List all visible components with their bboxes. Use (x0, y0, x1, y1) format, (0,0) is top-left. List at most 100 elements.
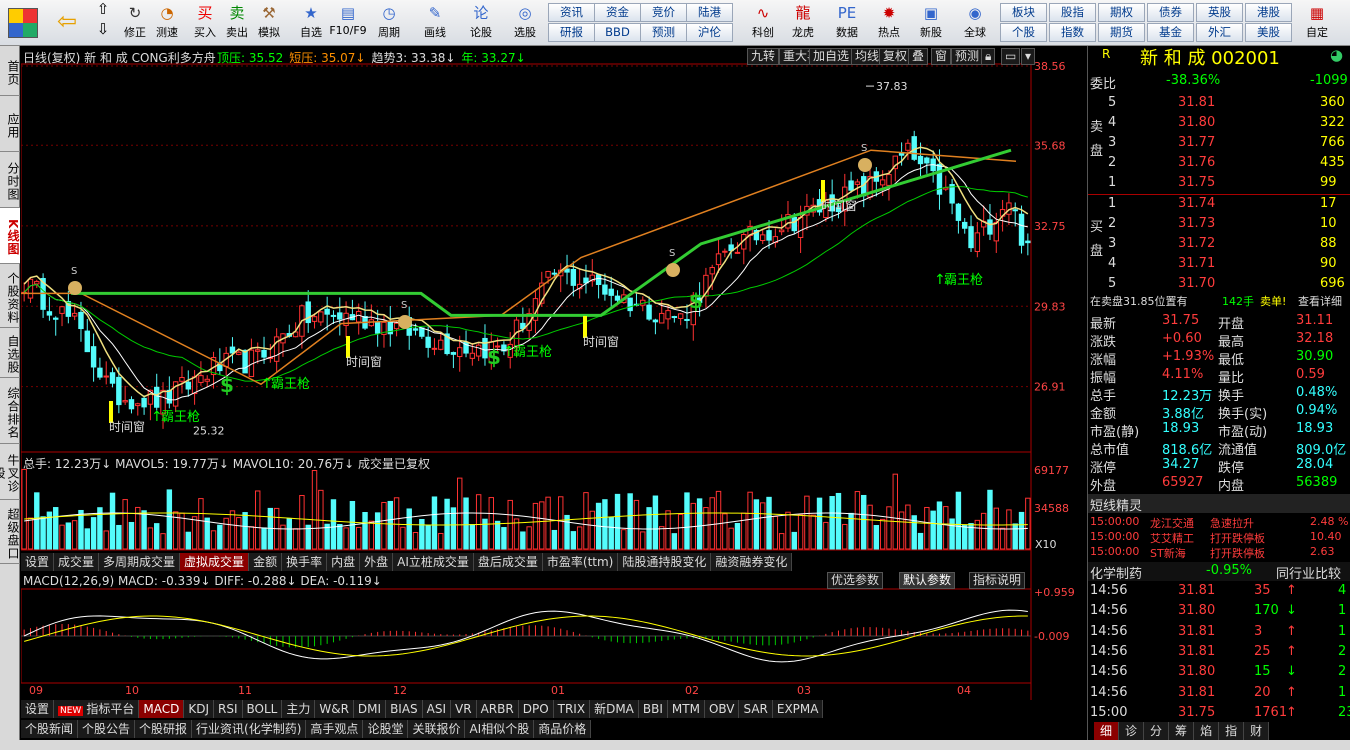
bottom-tab[interactable]: 个股新闻 (21, 720, 79, 738)
market-button[interactable]: 外汇 (1196, 23, 1243, 42)
indicator-tab[interactable]: OBV (704, 700, 740, 718)
left-nav-item[interactable]: 应用 (0, 96, 20, 152)
right-tab[interactable]: 指 (1219, 722, 1245, 740)
indicator-tab[interactable]: VR (451, 700, 477, 718)
toolbar-tech-button[interactable]: ∿ 科创 (746, 2, 780, 40)
toolbar-buy-button[interactable]: 买买入 (188, 2, 222, 40)
toolbar-data-button[interactable]: PE 数据 (830, 2, 864, 40)
quick-button[interactable]: 预测 (640, 23, 687, 42)
bottom-tab[interactable]: 商品价格 (534, 720, 592, 738)
toolbar-custom-button[interactable]: ▦ 自定 (1300, 2, 1334, 40)
toolbar-clock-button[interactable]: ◷ 周期 (372, 2, 406, 40)
quick-button[interactable]: 资讯 (548, 3, 595, 22)
left-nav-item[interactable]: 牛叉诊股 (0, 444, 20, 500)
market-button[interactable]: 港股 (1245, 3, 1292, 22)
left-nav-item[interactable]: 自选股 (0, 328, 20, 378)
market-button[interactable]: 指数 (1049, 23, 1096, 42)
quick-button[interactable]: BBD (594, 23, 641, 42)
volume-tab[interactable]: 多周期成交量 (99, 553, 181, 571)
indicator-tab[interactable]: KDJ (184, 700, 214, 718)
right-tab[interactable]: 分 (1144, 722, 1170, 740)
indicator-tab[interactable]: W&R (315, 700, 354, 718)
quick-button[interactable]: 陆港 (686, 3, 733, 22)
toolbar-chat-button[interactable]: 论论股 (464, 2, 498, 40)
volume-tab[interactable]: 设置 (21, 553, 55, 571)
volume-tab[interactable]: 市盈率(ttm) (542, 553, 619, 571)
volume-tab[interactable]: 金额 (249, 553, 283, 571)
market-button[interactable]: 股指 (1049, 3, 1096, 22)
quick-button[interactable]: 研报 (548, 23, 595, 42)
toolbar-star-button[interactable]: ★ 自选 (294, 2, 328, 40)
industry-compare-button[interactable]: 同行业比较 (1276, 563, 1341, 582)
indicator-tab[interactable]: BOLL (242, 700, 283, 718)
volume-tab[interactable]: 融资融券变化 (711, 553, 793, 571)
right-tab[interactable]: 细 (1094, 722, 1120, 740)
toolbar-globe-button[interactable]: ◉ 全球 (958, 2, 992, 40)
indicator-tab[interactable]: EXPMA (772, 700, 824, 718)
bottom-tab[interactable]: 个股研报 (135, 720, 193, 738)
toolbar-back-arrow-button[interactable]: ↻ 修正 (118, 2, 152, 40)
chart-control-button[interactable]: 复权 (879, 48, 912, 65)
volume-tab[interactable]: 成交量 (54, 553, 100, 571)
indicator-tab[interactable]: BBI (638, 700, 668, 718)
view-detail-link[interactable]: 查看详细 (1298, 293, 1342, 309)
up-arrow-icon[interactable]: ⇧ (92, 2, 112, 17)
chart-control-button[interactable]: 加自选 (809, 48, 854, 65)
bottom-tab[interactable]: 论股堂 (363, 720, 409, 738)
volume-tab[interactable]: 换手率 (282, 553, 328, 571)
toolbar-dragon-button[interactable]: 龍龙虎 (786, 2, 820, 40)
left-nav-item[interactable]: 超级盘口 (0, 500, 20, 564)
macd-param-button[interactable]: 指标说明 (969, 572, 1026, 589)
bottom-tab[interactable]: 关联报价 (408, 720, 466, 738)
quick-button[interactable]: 沪伦 (686, 23, 733, 42)
indicator-tab[interactable]: NEW 指标平台 (54, 700, 140, 718)
chart-control-button[interactable]: 预测 (951, 48, 984, 65)
quick-button[interactable]: 竞价 (640, 3, 687, 22)
right-tab[interactable]: 筹 (1169, 722, 1195, 740)
left-nav-item[interactable]: K线图 (0, 208, 20, 264)
toolbar-speed-button[interactable]: ◔ 测速 (150, 2, 184, 40)
right-tab[interactable]: 诊 (1119, 722, 1145, 740)
indicator-tab[interactable]: DMI (353, 700, 387, 718)
volume-tab[interactable]: 虚拟成交量 (180, 553, 250, 571)
left-nav-item[interactable]: 分时图 (0, 152, 20, 208)
market-button[interactable]: 债券 (1147, 3, 1194, 22)
toolbar-pencil-button[interactable]: ✎ 画线 (418, 2, 452, 40)
market-button[interactable]: 期权 (1098, 3, 1145, 22)
indicator-tab[interactable]: 设置 (21, 700, 55, 718)
left-nav-item[interactable]: 个股资料 (0, 264, 20, 328)
indicator-tab[interactable]: ASI (422, 700, 452, 718)
window-icon[interactable]: ▭ (1001, 48, 1021, 65)
back-arrow-icon[interactable]: ⇦ (52, 9, 82, 33)
indicator-tab[interactable]: 主力 (282, 700, 316, 718)
indicator-tab[interactable]: BIAS (386, 700, 423, 718)
chart-control-button[interactable]: 九转 (747, 48, 780, 65)
market-button[interactable]: 期货 (1098, 23, 1145, 42)
market-button[interactable]: 基金 (1147, 23, 1194, 42)
volume-tab[interactable]: 外盘 (360, 553, 394, 571)
toolbar-select-button[interactable]: ◎ 选股 (508, 2, 542, 40)
left-nav-item[interactable]: 综合排名 (0, 378, 20, 444)
chevron-down-icon[interactable]: ▾ (1021, 48, 1036, 65)
market-button[interactable]: 个股 (1000, 23, 1047, 42)
toolbar-ipo-button[interactable]: ▣ 新股 (914, 2, 948, 40)
bottom-tab[interactable]: 行业资讯(化学制药) (192, 720, 307, 738)
indicator-tab[interactable]: SAR (739, 700, 773, 718)
macd-param-button[interactable]: 默认参数 (899, 572, 956, 589)
left-nav-item[interactable]: 首页 (0, 46, 20, 96)
volume-tab[interactable]: AI立桩成交量 (393, 553, 474, 571)
toolbar-hot-button[interactable]: ✹ 热点 (872, 2, 906, 40)
volume-tab[interactable]: 陆股通持股变化 (618, 553, 712, 571)
right-tab[interactable]: 焰 (1194, 722, 1220, 740)
bottom-tab[interactable]: 个股公告 (78, 720, 136, 738)
indicator-tab[interactable]: MTM (667, 700, 705, 718)
palette-icon[interactable]: ◕ (1330, 46, 1343, 64)
volume-tab[interactable]: 盘后成交量 (473, 553, 543, 571)
toolbar-hammer-button[interactable]: ⚒ 模拟 (252, 2, 286, 40)
toolbar-sell-button[interactable]: 卖卖出 (220, 2, 254, 40)
indicator-tab[interactable]: RSI (214, 700, 243, 718)
chart-control-button[interactable]: 窗 (931, 48, 952, 65)
indicator-tab[interactable]: 新DMA (590, 700, 639, 718)
right-tab[interactable]: 财 (1244, 722, 1270, 740)
quick-button[interactable]: 资金 (594, 3, 641, 22)
